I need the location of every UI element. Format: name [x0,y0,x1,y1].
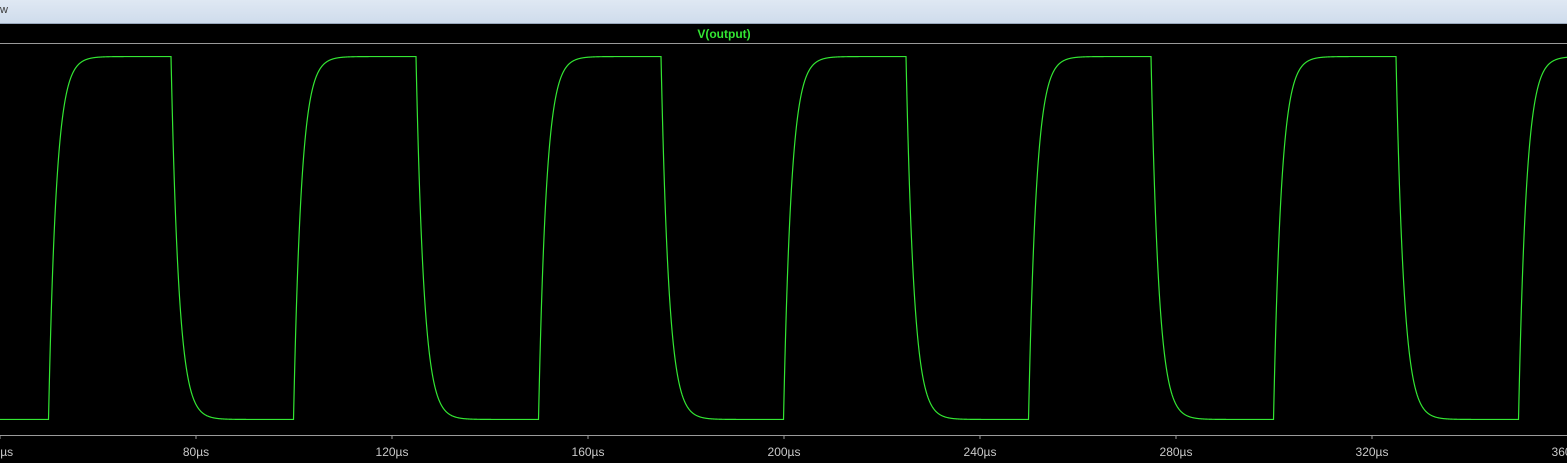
waveform-plot[interactable]: V(output) 40µs 80µs 120µs 160µs 200µs 240µs 28… [0,24,1567,463]
x-tick-label: 120µs [376,445,409,459]
x-tick-label: 40µs [0,445,13,459]
x-tick-label: 80µs [183,445,209,459]
plot-pane[interactable]: V(output) 40µs 80µs 120µs 160µs 200µs 240µs 28… [0,24,1567,463]
window-titlebar: w [0,0,1567,24]
x-tick-label: 240µs [964,445,997,459]
x-tick-label: 280µs [1160,445,1193,459]
x-tick-label: 200µs [768,445,801,459]
window-title: w [0,4,8,16]
x-tick-label: 360µs [1552,445,1567,459]
trace-label[interactable]: V(output) [697,27,750,41]
x-tick-label: 320µs [1356,445,1389,459]
x-tick-label: 160µs [572,445,605,459]
